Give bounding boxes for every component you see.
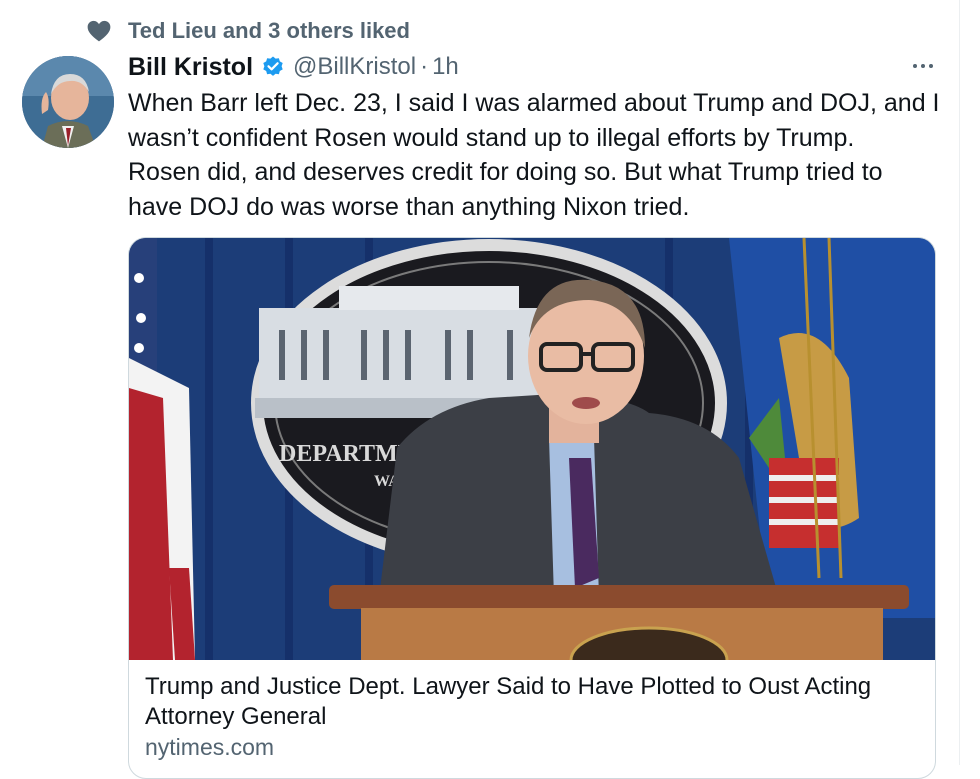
link-card[interactable]: DEPARTMENT WASH Trump and Justice Dept. … (128, 237, 936, 779)
author-handle[interactable]: @BillKristol (293, 53, 416, 81)
avatar-photo (22, 56, 114, 148)
tweet-text: When Barr left Dec. 23, I said I was ala… (128, 89, 940, 221)
more-icon[interactable] (909, 56, 937, 76)
card-domain: nytimes.com (145, 734, 275, 760)
avatar[interactable] (22, 56, 114, 148)
card-image: DEPARTMENT WASH (129, 238, 935, 660)
card-title[interactable]: Trump and Justice Dept. Lawyer Said to H… (145, 672, 925, 732)
social-context[interactable]: Ted Lieu and 3 others liked (86, 14, 410, 48)
author-display-name[interactable]: Bill Kristol (128, 53, 253, 82)
separator-dot: · (420, 53, 429, 80)
verified-badge-icon (263, 56, 283, 76)
heart-icon (87, 20, 111, 42)
social-context-text: Ted Lieu and 3 others liked (128, 18, 410, 43)
right-edge-divider (959, 0, 980, 765)
tweet-header: Bill Kristol @BillKristol · 1h (128, 50, 459, 84)
tweet-timestamp[interactable]: 1h (432, 53, 459, 81)
